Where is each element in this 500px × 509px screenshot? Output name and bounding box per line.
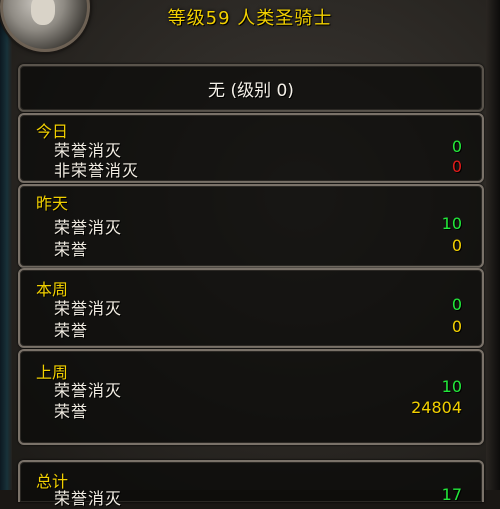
last-week-panel: 上周 荣誉消灭 10 荣誉 24804 [18, 349, 484, 445]
yesterday-honor-label: 荣誉 [54, 240, 89, 259]
yesterday-title: 昨天 [36, 194, 69, 213]
frame-right-edge [486, 0, 500, 490]
frame-left-edge [0, 0, 12, 490]
rank-text: 无 (级别 0) [208, 81, 294, 101]
this-week-honorable-kills-value: 0 [451, 295, 462, 314]
rank-panel: 无 (级别 0) [18, 64, 484, 112]
total-panel: 总计 荣誉消灭 17 [18, 460, 484, 508]
yesterday-honor-value: 0 [451, 236, 462, 255]
last-week-honor-label: 荣誉 [54, 402, 89, 421]
today-dishonorable-kills-value: 0 [451, 157, 462, 176]
today-panel: 今日 荣誉消灭 0 非荣誉消灭 0 [18, 113, 484, 183]
honor-window: 等级59 人类圣骑士 无 (级别 0) 今日 荣誉消灭 0 非荣誉消灭 0 昨天… [0, 0, 500, 508]
total-honorable-kills-label: 荣誉消灭 [54, 489, 123, 508]
this-week-honorable-kills-label: 荣誉消灭 [54, 299, 123, 318]
character-title: 等级59 人类圣骑士 [167, 8, 333, 29]
total-honorable-kills-value: 17 [441, 485, 462, 504]
yesterday-honorable-kills-value: 10 [441, 214, 462, 233]
this-week-honor-label: 荣誉 [54, 321, 89, 340]
this-week-honor-value: 0 [451, 317, 462, 336]
yesterday-panel: 昨天 荣誉消灭 10 荣誉 0 [18, 184, 484, 268]
today-honorable-kills-value: 0 [451, 137, 462, 156]
last-week-honor-value: 24804 [411, 398, 462, 417]
last-week-honorable-kills-value: 10 [441, 377, 462, 396]
this-week-panel: 本周 荣誉消灭 0 荣誉 0 [18, 268, 484, 348]
yesterday-honorable-kills-label: 荣誉消灭 [54, 218, 123, 237]
today-dishonorable-kills-label: 非荣誉消灭 [54, 161, 140, 180]
